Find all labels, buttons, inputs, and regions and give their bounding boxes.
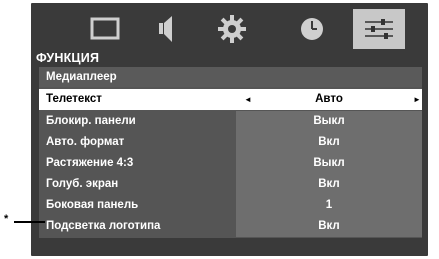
row-value[interactable]: Выкл bbox=[236, 111, 422, 132]
row-value[interactable]: Выкл bbox=[236, 153, 422, 174]
tab-setup[interactable] bbox=[206, 9, 258, 49]
timer-clock-icon bbox=[301, 18, 323, 40]
row-value[interactable]: Вкл bbox=[236, 132, 422, 153]
row-value[interactable]: 1 bbox=[236, 195, 422, 216]
menu-header[interactable]: Медиаплеер bbox=[39, 67, 422, 87]
arrow-right-icon[interactable]: ► bbox=[413, 89, 421, 110]
tab-function[interactable] bbox=[353, 9, 405, 49]
function-sliders-icon bbox=[365, 19, 393, 39]
menu-tab-bar bbox=[31, 9, 428, 53]
picture-icon bbox=[90, 17, 120, 40]
setup-gear-icon bbox=[218, 15, 246, 43]
tab-sound[interactable] bbox=[141, 9, 193, 49]
menu-row-panel-lock[interactable]: Блокир. панели Выкл bbox=[39, 111, 422, 132]
row-label: Голуб. экран bbox=[46, 178, 119, 190]
row-value[interactable]: Вкл bbox=[236, 174, 422, 195]
row-label: Боковая панель bbox=[46, 199, 139, 211]
function-menu-panel: Медиаплеер Телетекст ◄ Авто ► Блокир. па… bbox=[39, 67, 422, 238]
menu-row-auto-format[interactable]: Авто. формат Вкл bbox=[39, 132, 422, 153]
tab-picture[interactable] bbox=[79, 9, 131, 49]
footnote-marker: * bbox=[4, 213, 9, 225]
menu-row-logo-light[interactable]: Подсветка логотипа Вкл bbox=[39, 216, 422, 237]
row-value[interactable]: Авто bbox=[236, 89, 422, 110]
tab-timer[interactable] bbox=[286, 9, 338, 49]
row-label: Телетекст bbox=[46, 93, 102, 105]
sound-icon bbox=[159, 16, 172, 42]
section-title: ФУНКЦИЯ bbox=[36, 51, 100, 65]
row-label: Подсветка логотипа bbox=[46, 220, 161, 232]
callout-line bbox=[14, 221, 45, 223]
menu-row-side-panel[interactable]: Боковая панель 1 bbox=[39, 195, 422, 216]
menu-row-stretch-4-3[interactable]: Растяжение 4:3 Выкл bbox=[39, 153, 422, 174]
menu-row-blue-screen[interactable]: Голуб. экран Вкл bbox=[39, 174, 422, 195]
row-label: Растяжение 4:3 bbox=[46, 157, 134, 169]
menu-row-teletext[interactable]: Телетекст ◄ Авто ► bbox=[39, 89, 422, 110]
row-value[interactable]: Вкл bbox=[236, 216, 422, 237]
row-label: Блокир. панели bbox=[46, 115, 136, 127]
tv-menu-screen: ФУНКЦИЯ Медиаплеер Телетекст ◄ Авто ► Бл… bbox=[31, 3, 428, 256]
row-label: Авто. формат bbox=[46, 136, 125, 148]
